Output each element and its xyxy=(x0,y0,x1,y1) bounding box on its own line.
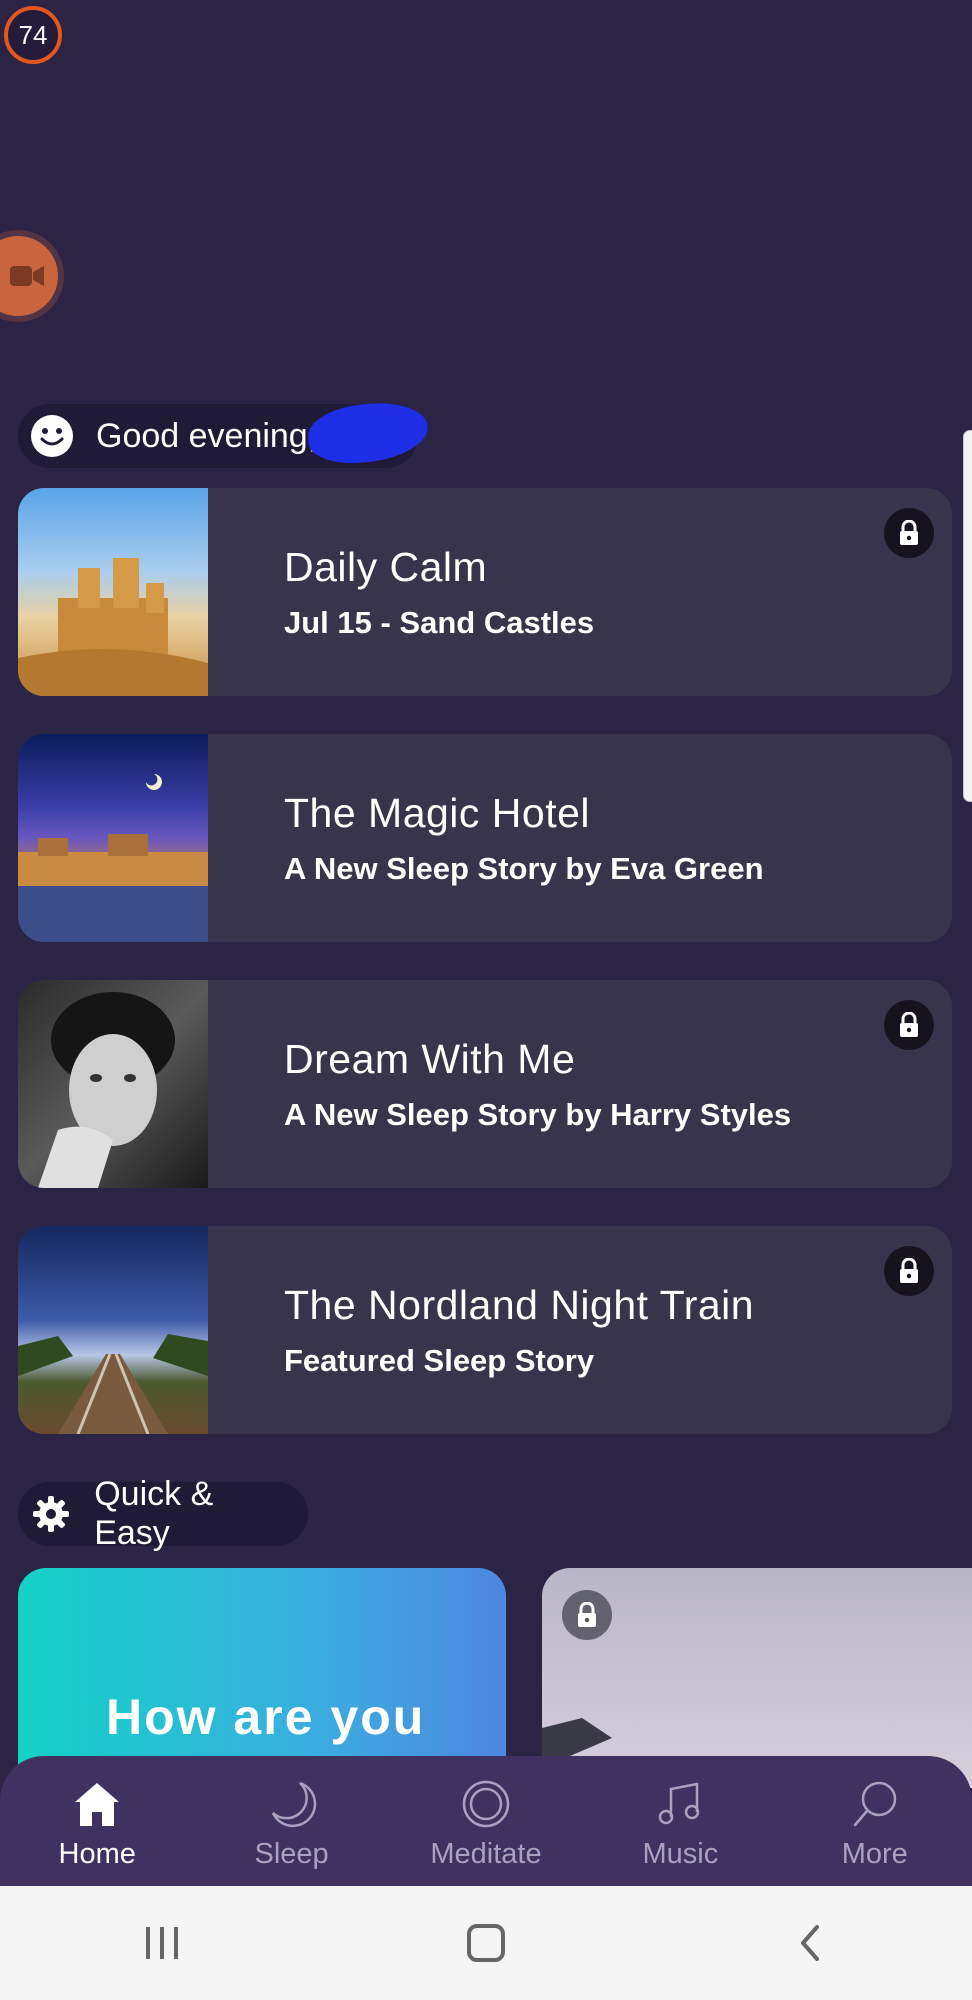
tab-sleep[interactable]: Sleep xyxy=(195,1756,389,1871)
recents-button[interactable] xyxy=(102,1903,222,1983)
system-nav-bar xyxy=(0,1886,972,2000)
circle-icon xyxy=(460,1778,512,1830)
card-subtitle: Featured Sleep Story xyxy=(284,1342,595,1378)
tab-label: Meditate xyxy=(430,1838,542,1870)
tile-text: How are you xyxy=(106,1689,426,1745)
quick-easy-label: Quick & Easy xyxy=(94,1475,214,1552)
video-camera-icon xyxy=(10,266,44,286)
home-icon xyxy=(71,1778,123,1830)
smiley-icon xyxy=(30,414,74,458)
gear-icon xyxy=(30,1492,72,1536)
tab-home[interactable]: Home xyxy=(0,1756,194,1871)
greeting-text: Good evening, xyxy=(96,416,318,455)
lock-icon xyxy=(884,1000,934,1050)
sand-castles-image xyxy=(18,488,208,696)
music-note-icon xyxy=(654,1778,706,1830)
card-subtitle: A New Sleep Story by Eva Green xyxy=(284,850,764,886)
tab-label: Sleep xyxy=(254,1838,329,1870)
card-title: The Magic Hotel xyxy=(284,789,591,836)
card-title: Dream With Me xyxy=(284,1035,576,1082)
bottom-tab-bar: Home Sleep Meditate Music More xyxy=(0,1756,972,1886)
scrollbar[interactable] xyxy=(963,430,972,802)
quick-easy-chip: Quick & Easy xyxy=(18,1475,308,1552)
card-subtitle: Jul 15 - Sand Castles xyxy=(284,604,595,640)
tab-label: Home xyxy=(58,1838,136,1870)
quick-tile-locked[interactable] xyxy=(542,1568,972,1788)
card-title: Daily Calm xyxy=(284,543,488,590)
card-title: The Nordland Night Train xyxy=(284,1281,755,1328)
recents-icon xyxy=(146,1927,178,1959)
tab-label: Music xyxy=(642,1838,719,1870)
tab-label: More xyxy=(841,1838,908,1870)
content-card-daily-calm[interactable]: Daily Calm Jul 15 - Sand Castles xyxy=(18,488,952,696)
status-badge-value: 74 xyxy=(18,19,48,50)
railway-night-image xyxy=(18,1226,208,1434)
home-button-icon xyxy=(467,1924,505,1962)
home-button[interactable] xyxy=(426,1903,546,1983)
lock-icon xyxy=(562,1590,612,1640)
card-subtitle: A New Sleep Story by Harry Styles xyxy=(284,1096,792,1132)
status-badge[interactable]: 74 xyxy=(4,6,62,64)
lock-icon xyxy=(884,1246,934,1296)
content-card-magic-hotel[interactable]: The Magic Hotel A New Sleep Story by Eva… xyxy=(18,734,952,942)
tab-meditate[interactable]: Meditate xyxy=(389,1756,583,1871)
lock-icon xyxy=(884,508,934,558)
video-camera-button[interactable] xyxy=(0,236,58,316)
portrait-image xyxy=(18,980,208,1188)
back-icon xyxy=(801,1925,819,1961)
quick-tile-how-are-you[interactable]: How are you xyxy=(18,1568,506,1788)
moon-icon xyxy=(266,1778,318,1830)
tab-music[interactable]: Music xyxy=(583,1756,777,1871)
content-card-nordland-night-train[interactable]: The Nordland Night Train Featured Sleep … xyxy=(18,1226,952,1434)
back-button[interactable] xyxy=(750,1903,870,1983)
tab-more[interactable]: More xyxy=(778,1756,972,1871)
content-card-dream-with-me[interactable]: Dream With Me A New Sleep Story by Harry… xyxy=(18,980,952,1188)
night-hotel-image xyxy=(18,734,208,942)
search-icon xyxy=(849,1778,901,1830)
